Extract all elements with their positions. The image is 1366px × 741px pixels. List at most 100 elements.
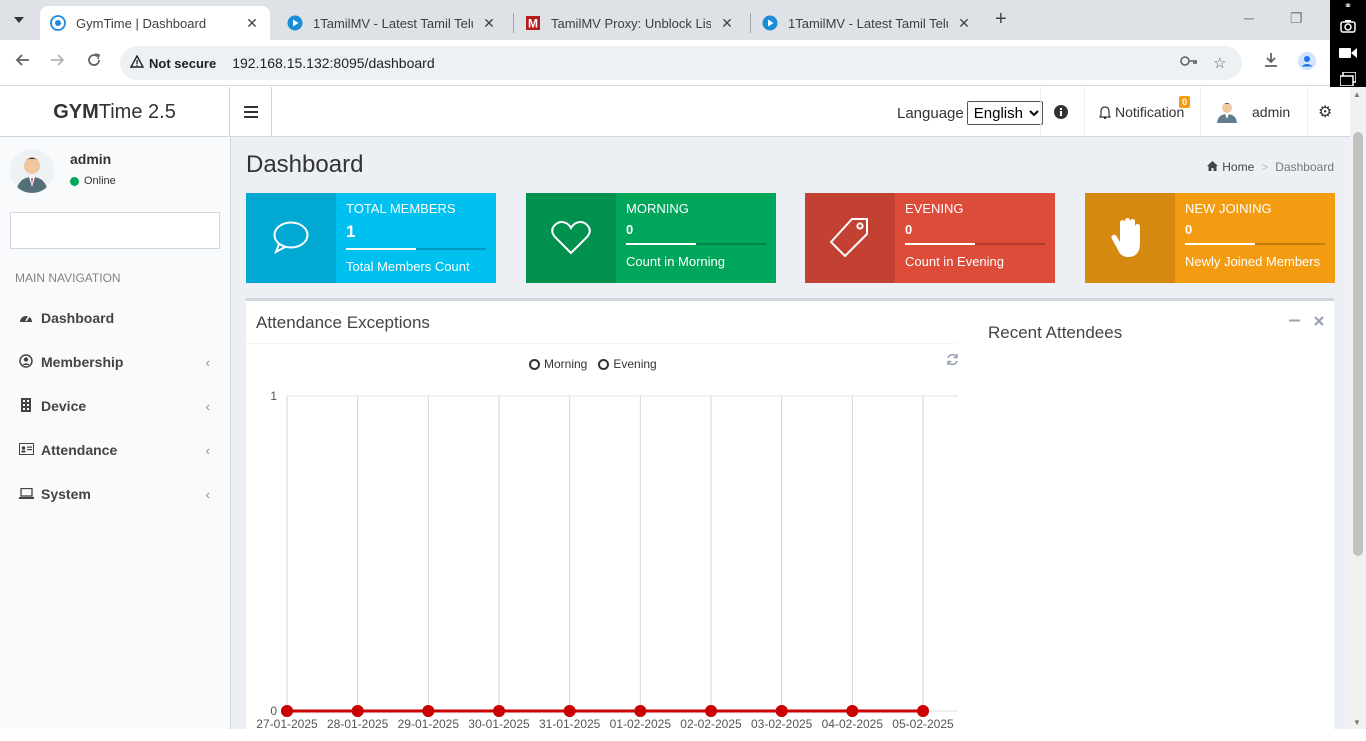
sidebar-item-attendance[interactable]: Attendance ‹: [0, 428, 230, 472]
tab-1tamilmv-2[interactable]: 1TamilMV - Latest Tamil Telugu ✕: [752, 6, 982, 40]
header-divider: [1200, 87, 1201, 137]
user-avatar-icon: [1216, 101, 1238, 123]
info-box-progress: [626, 243, 766, 245]
info-box-label: MORNING: [626, 201, 689, 216]
profile-icon[interactable]: [1298, 52, 1316, 75]
minimize-window-icon[interactable]: ─: [1244, 10, 1254, 26]
forward-arrow-icon[interactable]: [50, 52, 66, 73]
info-box-morning[interactable]: MORNING 0 Count in Morning: [526, 193, 776, 283]
sidebar-toggle-button[interactable]: [230, 87, 272, 137]
reload-icon[interactable]: [86, 52, 102, 73]
m-favicon-icon: M: [525, 15, 541, 31]
play-favicon-icon: [762, 15, 778, 31]
recent-attendees-title: Recent Attendees: [988, 323, 1123, 342]
attendance-box-title: Attendance Exceptions: [256, 313, 430, 332]
id-card-icon: [18, 442, 34, 458]
user-menu[interactable]: admin: [1216, 87, 1290, 137]
info-box-new-joining[interactable]: NEW JOINING 0 Newly Joined Members: [1085, 193, 1335, 283]
sidebar-item-label: Attendance: [41, 442, 118, 458]
svg-text:M: M: [528, 17, 538, 31]
close-tab-icon[interactable]: ✕: [481, 15, 497, 32]
close-tab-icon[interactable]: ✕: [956, 15, 972, 32]
scroll-down-arrow-icon[interactable]: ▼: [1353, 718, 1361, 727]
info-box-total-members[interactable]: TOTAL MEMBERS 1 Total Members Count: [246, 193, 496, 283]
user-status-text: Online: [84, 175, 116, 187]
data-point-evening: [917, 705, 929, 717]
info-button[interactable]: [1054, 87, 1068, 137]
avatar: [10, 149, 54, 193]
hamburger-icon: [243, 106, 258, 118]
nav-header: MAIN NAVIGATION: [15, 271, 121, 285]
breadcrumb-home[interactable]: Home: [1222, 160, 1254, 174]
tab-gymtime-dashboard[interactable]: GymTime | Dashboard ✕: [40, 6, 270, 40]
notification-label: Notification: [1115, 104, 1185, 120]
tab-title: 1TamilMV - Latest Tamil Telugu: [313, 15, 473, 31]
url-text[interactable]: 192.168.15.132:8095/dashboard: [232, 55, 434, 71]
address-bar-row: Not secure 192.168.15.132:8095/dashboard…: [0, 40, 1366, 86]
data-point-evening: [351, 705, 364, 717]
settings-gear-icon[interactable]: ⚙: [1318, 87, 1332, 137]
data-point-evening: [563, 705, 576, 717]
y-tick-label: 1: [270, 389, 277, 403]
info-box-value: 0: [1185, 222, 1193, 237]
info-box-label: NEW JOINING: [1185, 201, 1272, 216]
app-header: GYM Time 2.5 Language English Notificatio…: [0, 87, 1350, 137]
site-security-chip[interactable]: Not secure: [129, 54, 216, 71]
notification-button[interactable]: Notification: [1099, 87, 1184, 137]
chevron-down-icon: [14, 17, 24, 23]
download-icon[interactable]: [1263, 52, 1279, 73]
vertical-scrollbar[interactable]: ▲ ▼: [1350, 87, 1366, 729]
main-content: Dashboard Home > Dashboard TOTAL MEMBERS…: [231, 137, 1350, 738]
page-title: Dashboard: [246, 151, 364, 178]
tab-1tamilmv[interactable]: 1TamilMV - Latest Tamil Telugu ✕: [277, 6, 507, 40]
language-select[interactable]: English: [966, 101, 1043, 125]
breadcrumb-current: Dashboard: [1275, 160, 1334, 174]
language-label: Language: [897, 104, 964, 122]
data-point-evening: [281, 705, 293, 717]
data-point-evening: [705, 705, 717, 717]
collapse-minus-icon[interactable]: [1289, 313, 1300, 329]
y-tick-label: 0: [270, 704, 277, 718]
info-box-progress: [346, 248, 486, 250]
app-logo[interactable]: GYM Time 2.5: [0, 87, 230, 137]
tab-tamilmv-proxy[interactable]: M TamilMV Proxy: Unblock List an ✕: [515, 6, 745, 40]
omnibox[interactable]: Not secure 192.168.15.132:8095/dashboard…: [120, 46, 1242, 80]
sidebar-item-device[interactable]: Device ‹: [0, 384, 230, 428]
sidebar-item-dashboard[interactable]: Dashboard: [0, 296, 230, 340]
restore-window-icon[interactable]: ❐: [1290, 10, 1303, 27]
header-divider: [1084, 87, 1085, 137]
back-arrow-icon[interactable]: [14, 52, 30, 73]
link-icon[interactable]: ⚭: [1330, 0, 1366, 14]
attendance-box: Attendance Exceptions Recent Attendees M…: [246, 298, 1334, 738]
info-box-value: 0: [905, 222, 913, 237]
sidebar-item-system[interactable]: System ‹: [0, 472, 230, 516]
device-icon: [18, 397, 34, 415]
sidebar-item-membership[interactable]: Membership ‹: [0, 340, 230, 384]
sidebar-item-label: Device: [41, 398, 87, 414]
sidebar-user-name: admin: [70, 151, 112, 167]
tab-search-button[interactable]: [6, 7, 32, 33]
data-point-evening: [634, 705, 647, 717]
home-icon: [1207, 160, 1219, 174]
password-key-icon[interactable]: [1180, 54, 1198, 72]
close-tab-icon[interactable]: ✕: [719, 15, 735, 32]
bell-icon: [1099, 105, 1111, 119]
bookmark-star-icon[interactable]: ☆: [1213, 54, 1226, 72]
notification-count-badge: 0: [1179, 96, 1191, 108]
info-box-description: Newly Joined Members: [1185, 254, 1321, 269]
scroll-up-arrow-icon[interactable]: ▲: [1353, 90, 1361, 99]
close-icon[interactable]: [1314, 313, 1324, 329]
close-tab-icon[interactable]: ✕: [244, 15, 260, 32]
info-box-evening[interactable]: EVENING 0 Count in Evening: [805, 193, 1055, 283]
play-favicon-icon: [287, 15, 303, 31]
video-camera-icon[interactable]: [1330, 40, 1366, 66]
sidebar-item-label: Dashboard: [41, 310, 115, 326]
new-tab-button[interactable]: +: [995, 8, 1007, 31]
data-point-evening: [846, 705, 859, 717]
camera-icon[interactable]: [1330, 14, 1366, 40]
box-tools: [1289, 313, 1324, 329]
sidebar: admin Online MAIN NAVIGATION Dashboard M…: [0, 137, 231, 729]
sidebar-search-input[interactable]: [10, 212, 220, 249]
tab-title: GymTime | Dashboard: [76, 15, 207, 31]
scrollbar-thumb[interactable]: [1353, 132, 1363, 556]
